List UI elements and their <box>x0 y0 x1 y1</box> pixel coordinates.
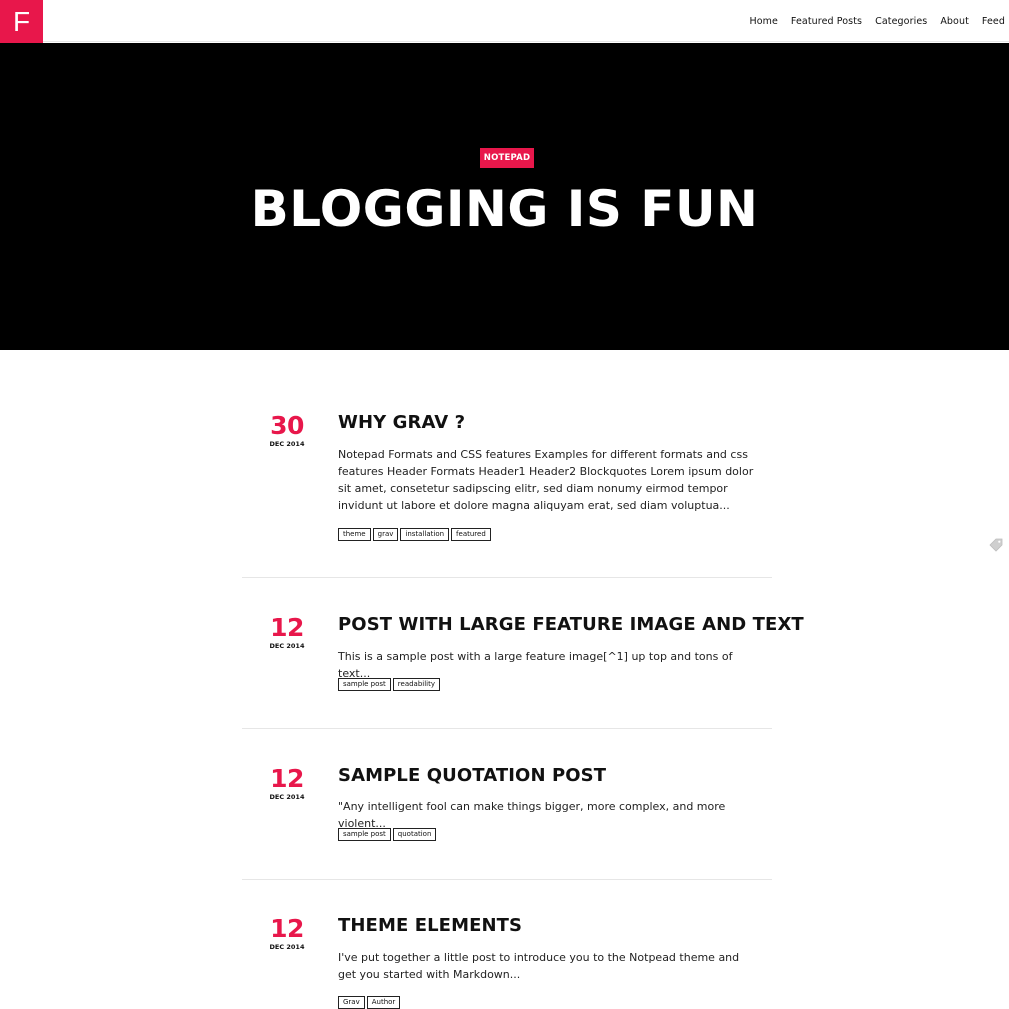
post-title[interactable]: POST WITH LARGE FEATURE IMAGE AND TEXT <box>338 614 804 636</box>
tag-link[interactable]: quotation <box>392 828 437 841</box>
post-date-day: 30 <box>270 411 304 440</box>
post-date-month: DEC 2014 <box>269 943 305 951</box>
post-tags: Grav Author <box>338 996 402 1009</box>
post-tags: theme grav installation featured <box>338 528 493 541</box>
post-divider <box>242 728 772 729</box>
tag-link[interactable]: Grav <box>338 996 365 1009</box>
tag-link[interactable]: featured <box>451 528 491 541</box>
post-date: 30 DEC 2014 <box>242 411 332 449</box>
tag-link[interactable]: readability <box>392 678 441 691</box>
post-excerpt: I've put together a little post to intro… <box>338 951 740 981</box>
tag-link[interactable]: sample post <box>338 828 391 841</box>
nav-home[interactable]: Home <box>749 16 777 27</box>
post-title[interactable]: THEME ELEMENTS <box>338 915 778 937</box>
post-date-month: DEC 2014 <box>269 440 305 448</box>
tag-link[interactable]: sample post <box>338 678 391 691</box>
post-divider <box>242 879 772 880</box>
main-nav: Home Featured Posts Categories About Fee… <box>736 0 1005 42</box>
post-date-month: DEC 2014 <box>269 642 305 650</box>
nav-categories[interactable]: Categories <box>875 16 927 27</box>
tag-link[interactable]: installation <box>400 528 450 541</box>
post-item: 30 DEC 2014 WHY GRAV ? Notepad Formats a… <box>242 412 772 552</box>
post-item: 12 DEC 2014 SAMPLE QUOTATION POST "Any i… <box>242 765 772 855</box>
post-divider <box>242 577 772 578</box>
post-date: 12 DEC 2014 <box>242 613 332 651</box>
post-excerpt: Notepad Formats and CSS features Example… <box>338 448 754 512</box>
post-date-day: 12 <box>270 764 304 793</box>
tag-link[interactable]: Author <box>366 996 401 1009</box>
post-date-day: 12 <box>270 613 304 642</box>
post-date-day: 12 <box>270 914 304 943</box>
post-tags: sample post quotation <box>338 828 438 841</box>
hero-title: BLOGGING IS FUN <box>250 180 759 238</box>
post-title[interactable]: WHY GRAV ? <box>338 412 778 434</box>
post-tags: sample post readability <box>338 678 442 691</box>
post-date: 12 DEC 2014 <box>242 914 332 952</box>
nav-about[interactable]: About <box>940 16 969 27</box>
site-logo[interactable]: F <box>0 0 43 43</box>
post-title[interactable]: SAMPLE QUOTATION POST <box>338 765 778 787</box>
hero-banner: NOTEPAD BLOGGING IS FUN <box>0 43 1009 350</box>
post-excerpt: This is a sample post with a large featu… <box>338 650 733 680</box>
top-navigation-bar: F Home Featured Posts Categories About F… <box>0 0 1009 43</box>
post-date-month: DEC 2014 <box>269 793 305 801</box>
hero-category-badge[interactable]: NOTEPAD <box>480 148 534 168</box>
nav-feed[interactable]: Feed <box>982 16 1005 27</box>
tag-link[interactable]: grav <box>372 528 399 541</box>
nav-featured-posts[interactable]: Featured Posts <box>791 16 862 27</box>
post-item: 12 DEC 2014 THEME ELEMENTS I've put toge… <box>242 915 772 1009</box>
tag-icon[interactable] <box>989 538 1003 552</box>
post-item: 12 DEC 2014 POST WITH LARGE FEATURE IMAG… <box>242 613 804 704</box>
tag-link[interactable]: theme <box>338 528 371 541</box>
post-excerpt: "Any intelligent fool can make things bi… <box>338 800 726 830</box>
post-date: 12 DEC 2014 <box>242 764 332 802</box>
